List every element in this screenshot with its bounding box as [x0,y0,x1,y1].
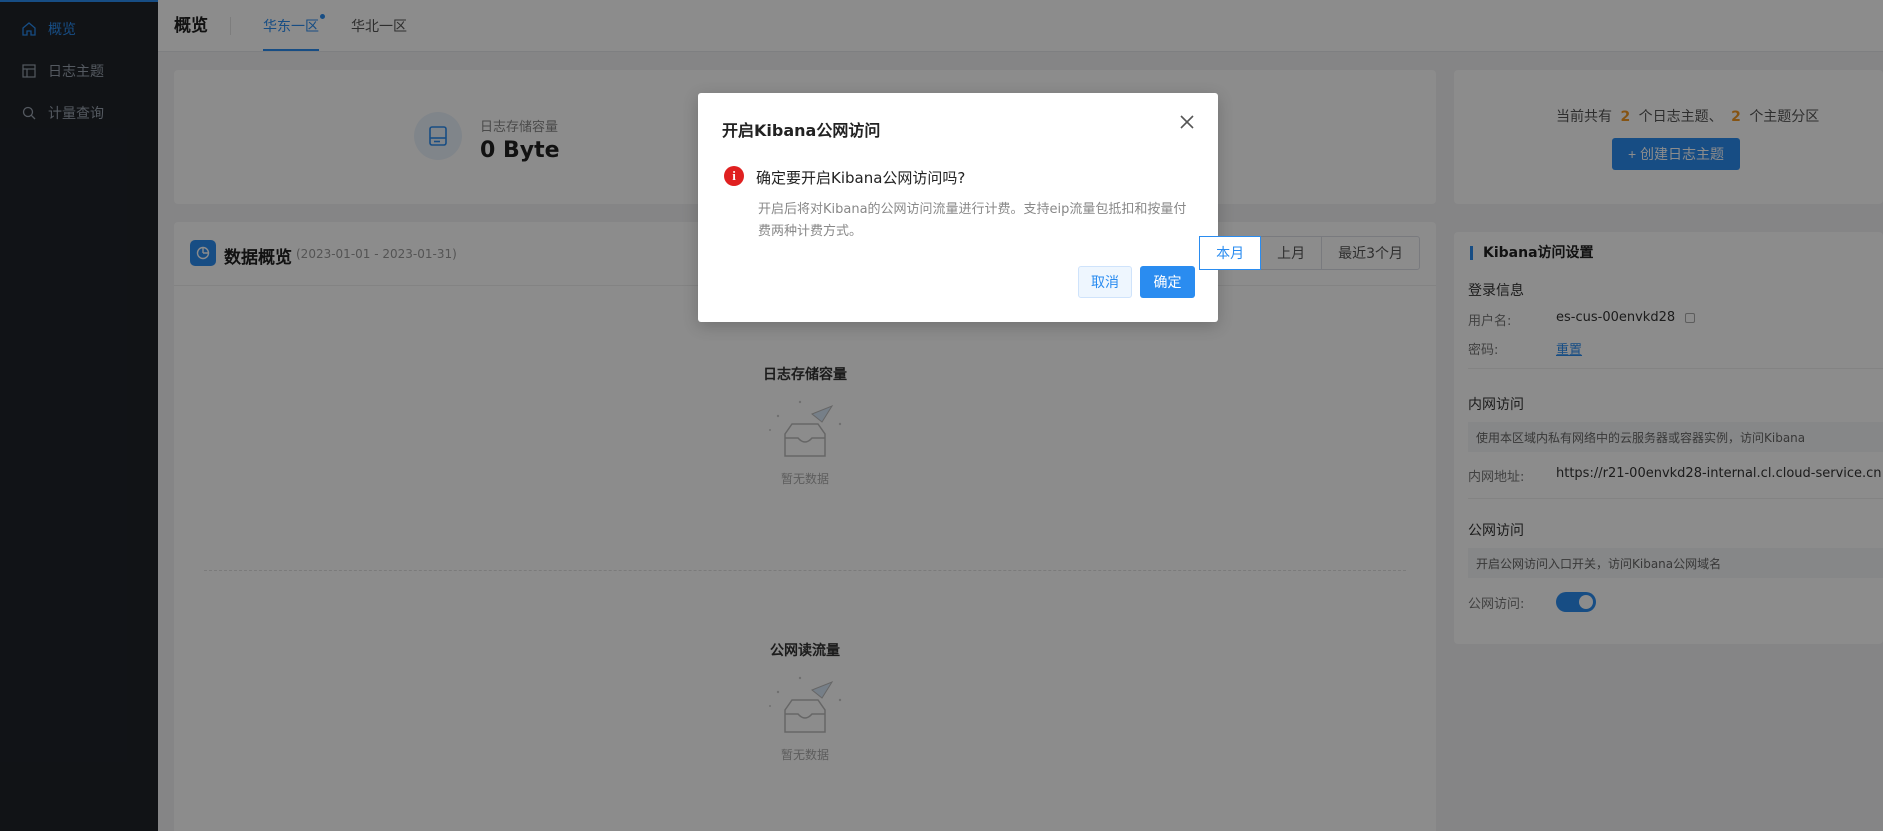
confirm-button[interactable]: 确定 [1140,266,1195,298]
dialog-question: 确定要开启Kibana公网访问吗? [756,169,966,187]
confirm-dialog: 开启Kibana公网访问 i 确定要开启Kibana公网访问吗? 开启后将对Ki… [698,93,1218,322]
period-this-month-button[interactable]: 本月 [1199,236,1262,270]
close-icon[interactable] [1178,113,1196,131]
dialog-description: 开启后将对Kibana的公网访问流量进行计费。支持eip流量包抵扣和按量付费两种… [758,202,1187,239]
dialog-title: 开启Kibana公网访问 [722,121,881,140]
cancel-button[interactable]: 取消 [1078,266,1132,298]
warning-icon: i [724,166,744,186]
